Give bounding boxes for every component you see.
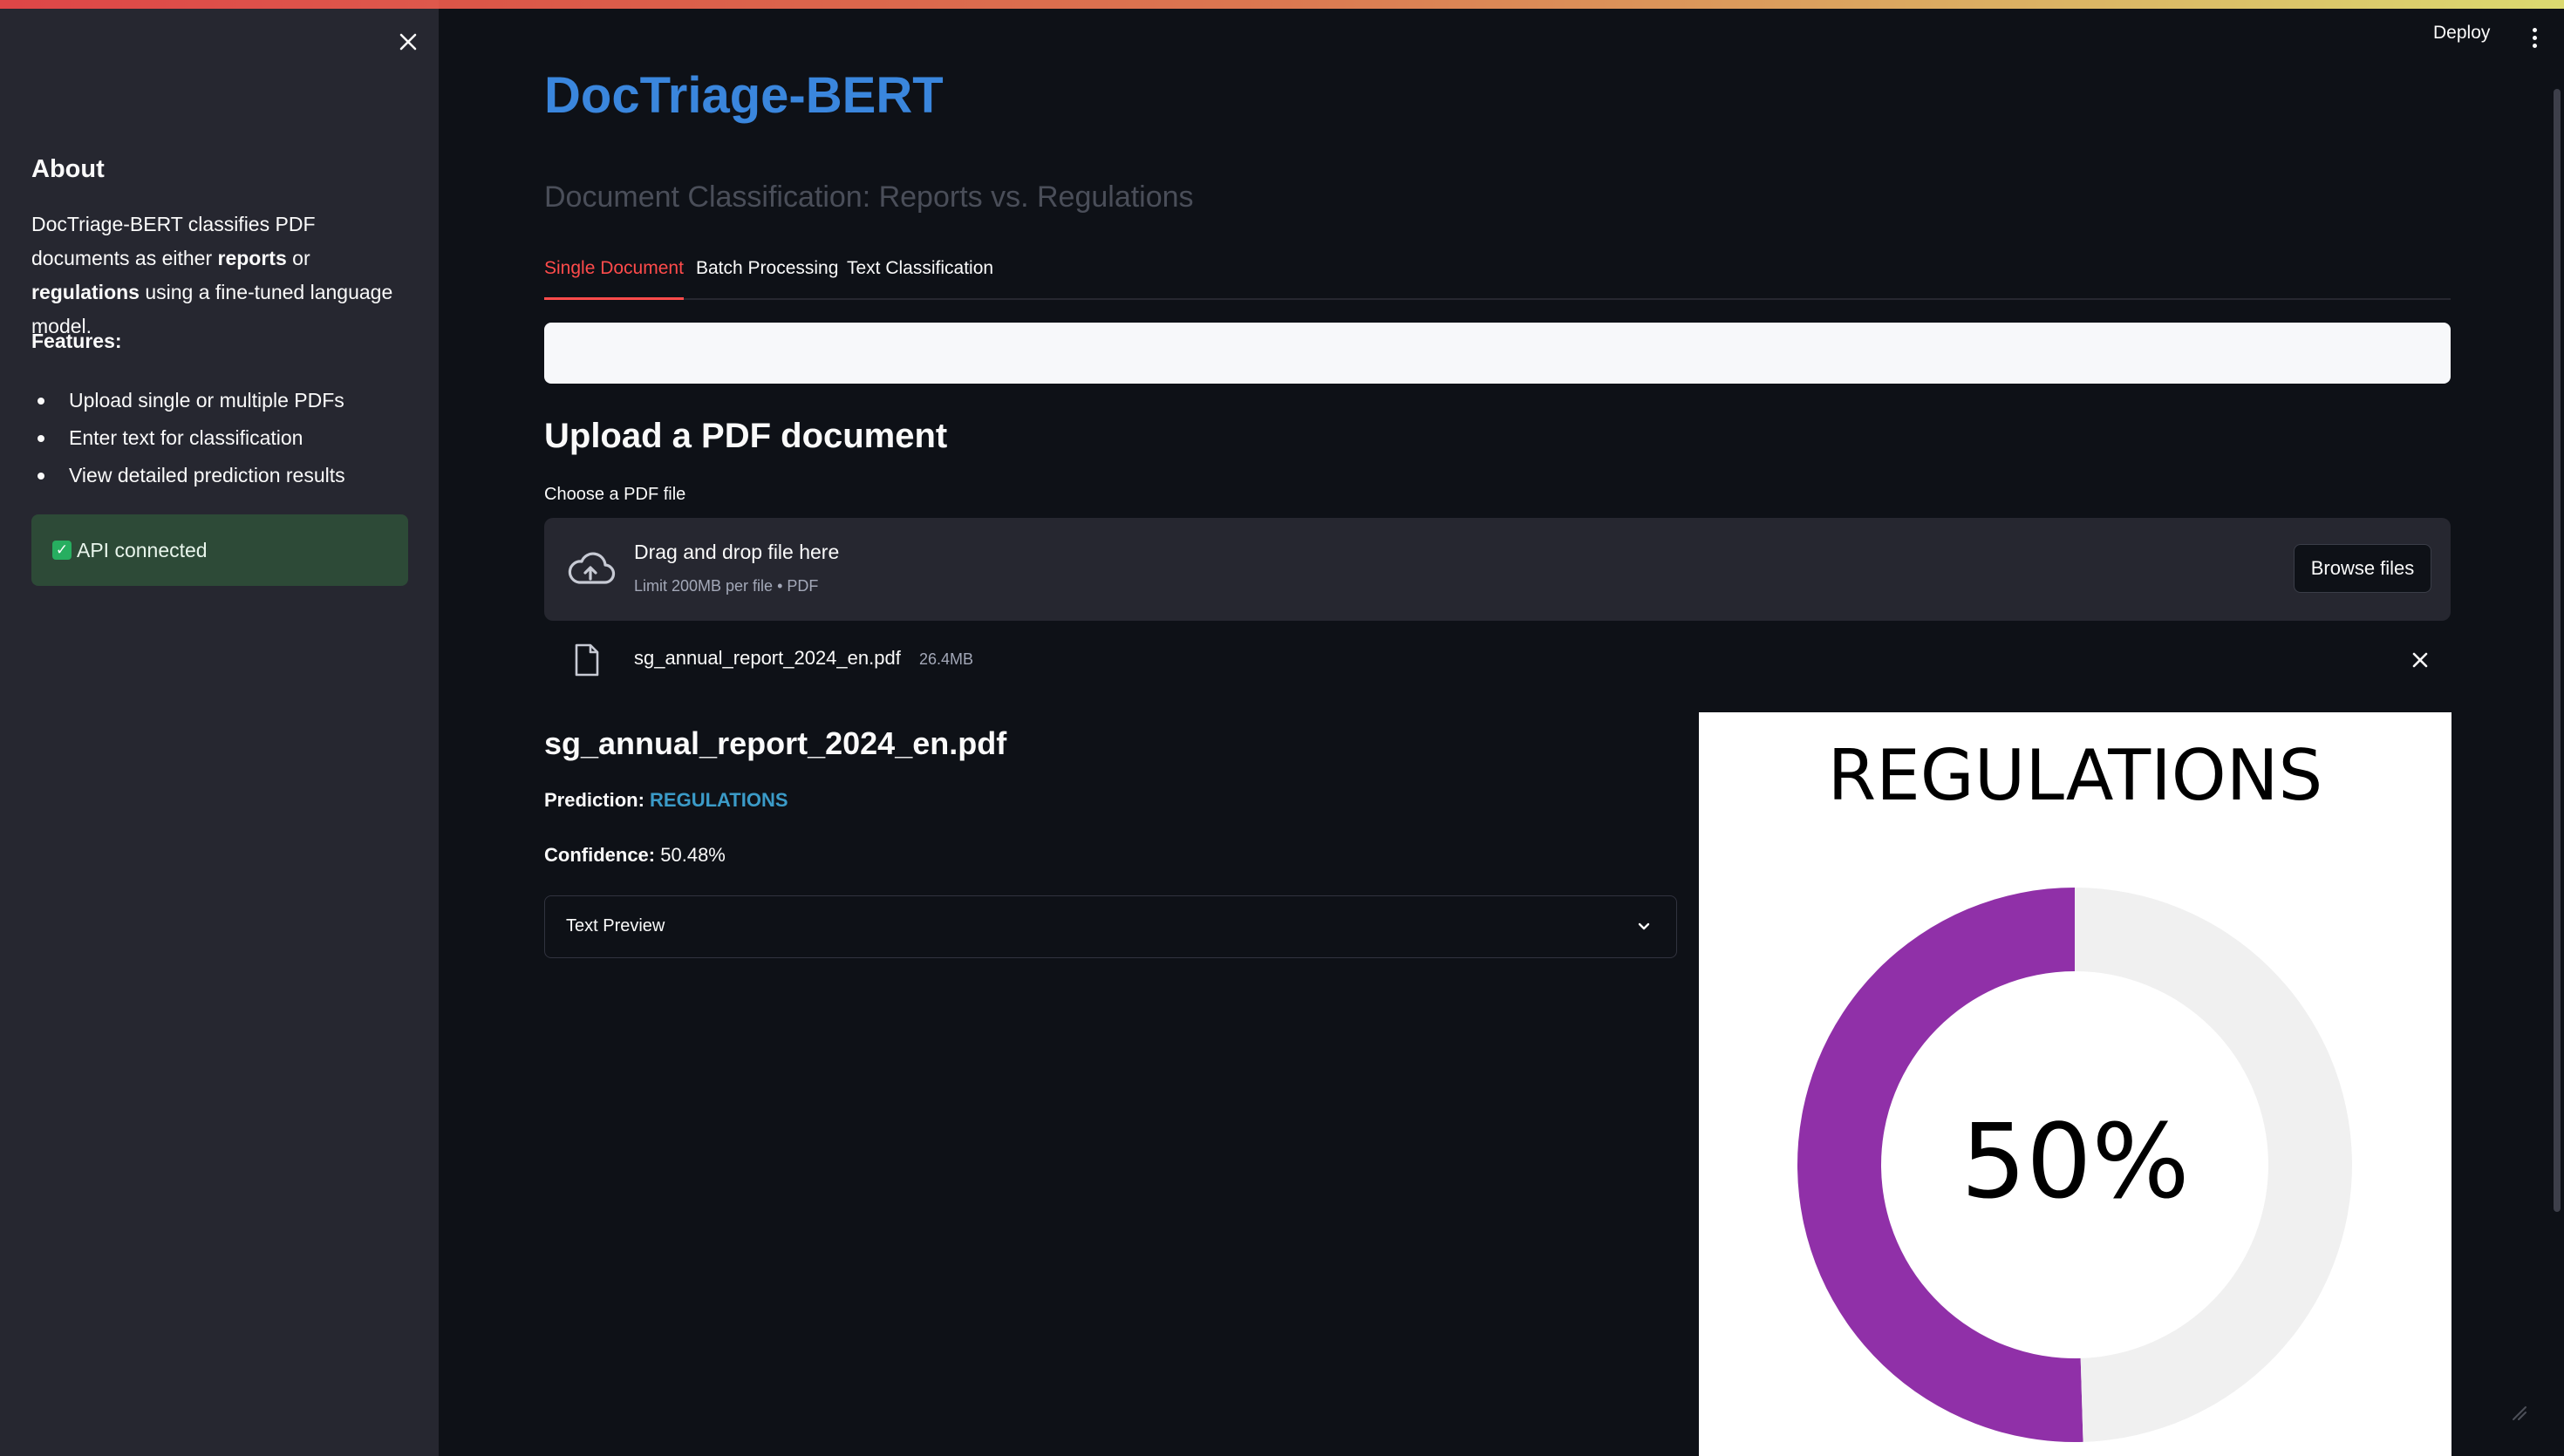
api-status-alert: ✓ API connected	[31, 514, 408, 586]
chart-center-label: 50%	[1961, 1101, 2190, 1221]
expander-label: Text Preview	[566, 916, 665, 936]
feature-item: View detailed prediction results	[31, 457, 415, 494]
prediction-line: Prediction: REGULATIONS	[544, 789, 788, 812]
feature-item: Enter text for classification	[31, 419, 415, 457]
api-status-text: API connected	[77, 538, 208, 561]
uploaded-file-row: sg_annual_report_2024_en.pdf 26.4MB	[544, 633, 2451, 685]
remove-file-button[interactable]	[2405, 645, 2435, 675]
dropzone-limit: Limit 200MB per file • PDF	[634, 577, 819, 595]
sidebar: About DocTriage-BERT classifies PDF docu…	[0, 0, 439, 1456]
header-decoration-line	[0, 0, 2564, 9]
tab-batch-processing[interactable]: Batch Processing	[696, 258, 838, 300]
about-description: DocTriage-BERT classifies PDF documents …	[31, 213, 393, 337]
deploy-button[interactable]: Deploy	[2433, 23, 2490, 44]
browse-files-button[interactable]: Browse files	[2294, 544, 2431, 593]
resize-handle-icon	[2513, 1406, 2526, 1420]
about-heading: About	[31, 155, 105, 183]
features-heading: Features:	[31, 330, 122, 352]
features-list: Upload single or multiple PDFs Enter tex…	[31, 382, 415, 494]
cloud-upload-icon	[568, 552, 616, 584]
confidence-line: Confidence: 50.48%	[544, 844, 726, 867]
confidence-donut-chart: REGULATIONS 50%	[1699, 712, 2451, 1456]
tab-single-document[interactable]: Single Document	[544, 258, 684, 300]
main-menu-icon[interactable]	[2524, 23, 2545, 52]
page-title: DocTriage-BERT	[544, 67, 944, 124]
uploader-label: Choose a PDF file	[544, 485, 686, 504]
confidence-label: Confidence:	[544, 844, 656, 866]
prediction-label: Prediction:	[544, 789, 644, 811]
file-icon	[575, 643, 599, 677]
tab-bar: Single Document Batch Processing Text Cl…	[544, 253, 2451, 300]
close-sidebar-button[interactable]	[392, 26, 424, 58]
tab-text-classification[interactable]: Text Classification	[847, 258, 993, 300]
donut-svg	[1797, 888, 2352, 1443]
uploaded-file-name: sg_annual_report_2024_en.pdf	[634, 647, 901, 669]
check-mark-icon: ✓	[52, 541, 72, 560]
feature-item: Upload single or multiple PDFs	[31, 382, 415, 419]
close-icon	[2412, 652, 2428, 668]
result-file-heading: sg_annual_report_2024_en.pdf	[544, 725, 1007, 761]
file-dropzone[interactable]: Drag and drop file here Limit 200MB per …	[544, 518, 2451, 621]
scrollbar[interactable]	[2554, 89, 2561, 1212]
blank-content-block	[544, 323, 2451, 384]
dropzone-title: Drag and drop file here	[634, 541, 840, 563]
page-subtitle: Document Classification: Reports vs. Reg…	[544, 180, 1194, 214]
prediction-value: REGULATIONS	[650, 789, 788, 811]
text-preview-expander[interactable]: Text Preview	[544, 895, 1677, 958]
upload-heading: Upload a PDF document	[544, 417, 948, 455]
confidence-value: 50.48%	[660, 844, 726, 866]
close-icon	[399, 33, 417, 51]
chevron-down-icon	[1638, 922, 1650, 930]
chart-title: REGULATIONS	[1827, 735, 2323, 816]
uploaded-file-size: 26.4MB	[919, 650, 974, 668]
